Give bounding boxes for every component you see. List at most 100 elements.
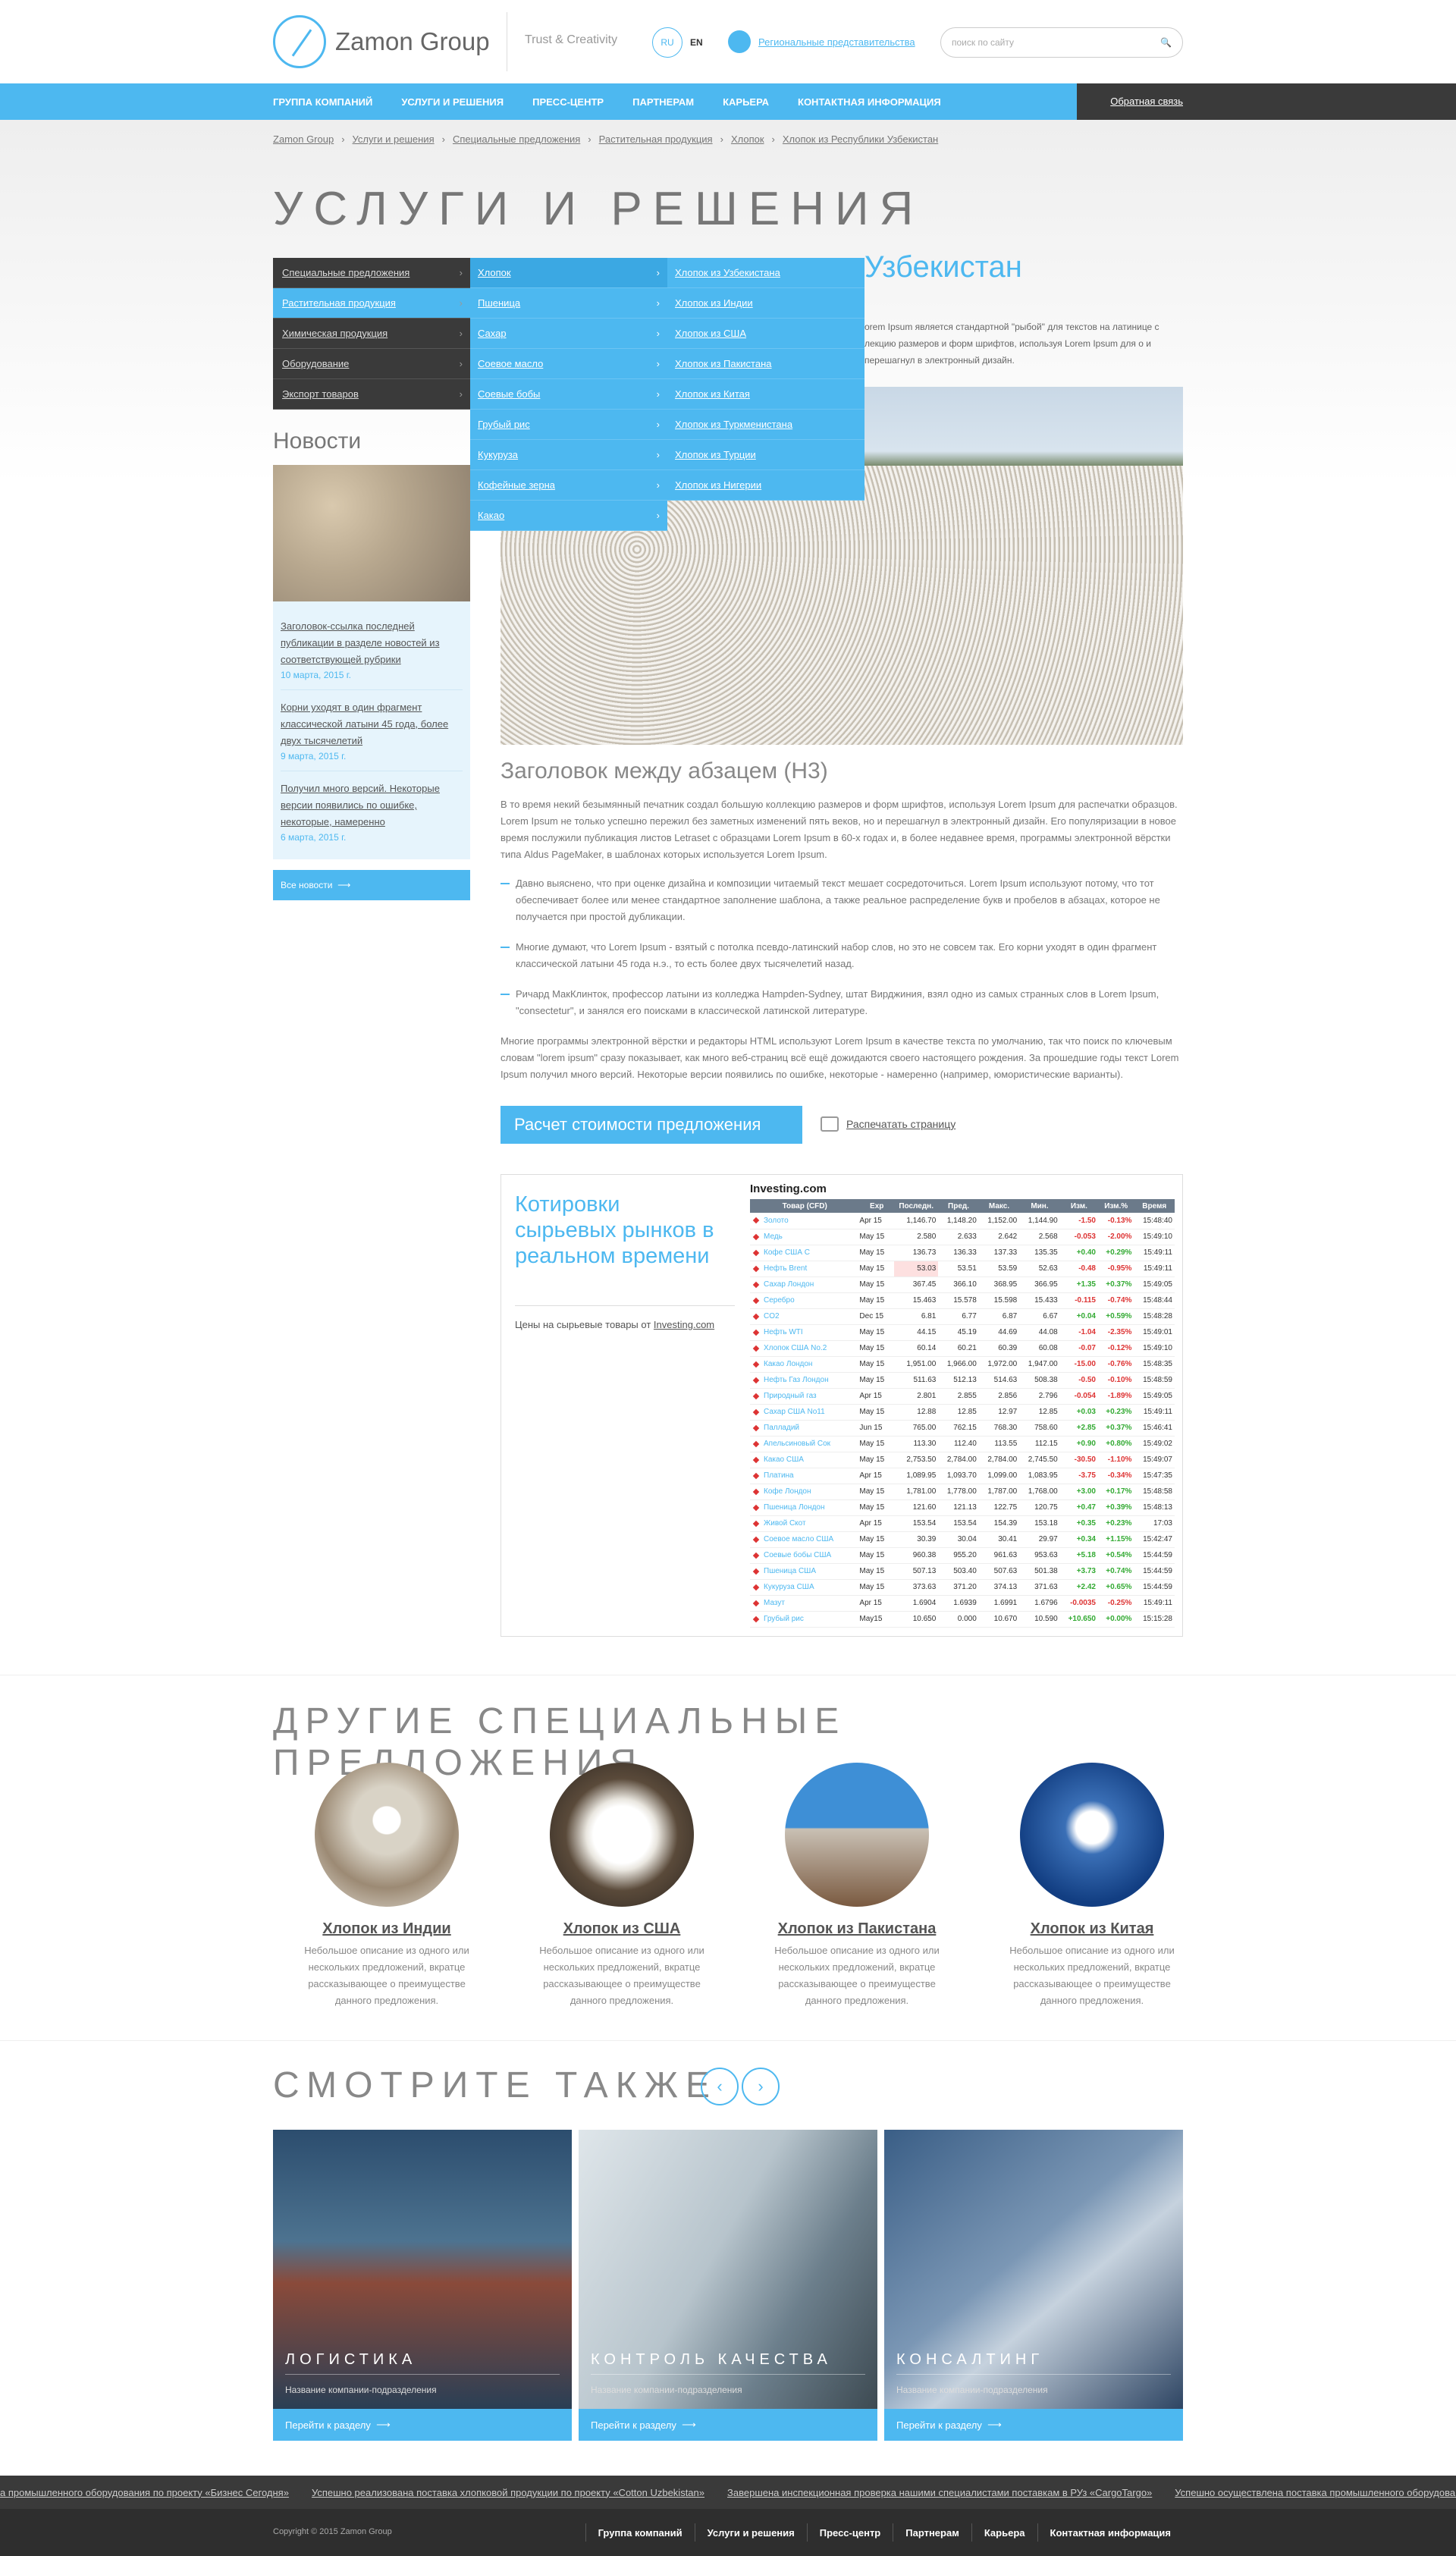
offer-name[interactable]: Хлопок из Индии: [273, 1920, 500, 1938]
quotes-cell[interactable]: Пшеница Лондон: [750, 1499, 860, 1516]
submenu-item[interactable]: Соевое масло: [470, 349, 667, 379]
quotes-row: Какао Лондон May 15 1,951.00 1,966.00 1,972.…: [750, 1356, 1175, 1373]
offer-image[interactable]: [550, 1763, 694, 1907]
offer-image[interactable]: [1020, 1763, 1164, 1907]
quotes-table: Товар (CFD) Exp Последн. Пред. Макс. Мин. Изм.…: [750, 1199, 1175, 1628]
quotes-cell: 153.54: [938, 1515, 979, 1532]
sidebar-item-equipment[interactable]: Оборудование: [273, 349, 470, 379]
quotes-cell[interactable]: Палладий: [750, 1420, 860, 1437]
quotes-cell[interactable]: Хлопок США No.2: [750, 1340, 860, 1357]
quotes-cell[interactable]: Сахар США No11: [750, 1404, 860, 1421]
footer-nav-item[interactable]: Пресс-центр: [806, 2523, 893, 2542]
submenu-item[interactable]: Кукуруза: [470, 440, 667, 470]
submenu-item[interactable]: Пшеница: [470, 288, 667, 319]
breadcrumb-item[interactable]: Растительная продукция: [599, 133, 713, 145]
sidebar-item-special[interactable]: Специальные предложения: [273, 258, 470, 288]
quotes-cell: 52.63: [1019, 1261, 1060, 1277]
quotes-cell[interactable]: CO2: [750, 1308, 860, 1325]
ticker-item[interactable]: Успешно осуществлена поставка промышленн…: [1175, 2487, 1456, 2498]
quotes-cell[interactable]: Кофе США С: [750, 1245, 860, 1261]
submenu-item[interactable]: Соевые бобы: [470, 379, 667, 410]
submenu-item[interactable]: Хлопок: [470, 258, 667, 288]
breadcrumb-item[interactable]: Специальные предложения: [453, 133, 580, 145]
breadcrumb-item[interactable]: Zamon Group: [273, 133, 334, 145]
offer-image[interactable]: [315, 1763, 459, 1907]
submenu-item[interactable]: Хлопок из Китая: [667, 379, 864, 410]
quotes-cell[interactable]: Апельсиновый Сок: [750, 1436, 860, 1452]
quotes-cell[interactable]: Соевые бобы США: [750, 1547, 860, 1564]
submenu-item[interactable]: Грубый рис: [470, 410, 667, 440]
submenu-item[interactable]: Какао: [470, 501, 667, 531]
footer-nav-item[interactable]: Партнерам: [893, 2523, 971, 2542]
breadcrumb-item[interactable]: Хлопок из Республики Узбекистан: [783, 133, 938, 145]
quotes-cell[interactable]: Пшеница США: [750, 1563, 860, 1580]
sidebar-item-export[interactable]: Экспорт товаров: [273, 379, 470, 410]
quotes-cell[interactable]: Нефть WTI: [750, 1324, 860, 1341]
footer-nav-item[interactable]: Услуги и решения: [694, 2523, 807, 2542]
quotes-cell[interactable]: Платина: [750, 1468, 860, 1484]
card-link[interactable]: Перейти к разделу ⟶: [884, 2409, 1183, 2441]
offer-image[interactable]: [785, 1763, 929, 1907]
card-image[interactable]: Логистика Название компании-подразделени…: [273, 2130, 572, 2409]
quotes-cell[interactable]: Соевое масло США: [750, 1531, 860, 1548]
quotes-cell[interactable]: Кукуруза США: [750, 1579, 860, 1596]
quotes-cell[interactable]: Какао США: [750, 1452, 860, 1468]
offer-name[interactable]: Хлопок из Китая: [978, 1920, 1206, 1938]
submenu-item[interactable]: Хлопок из Нигерии: [667, 470, 864, 501]
quotes-cell[interactable]: Серебро: [750, 1292, 860, 1309]
submenu-item[interactable]: Хлопок из Туркменистана: [667, 410, 864, 440]
calc-price-button[interactable]: Расчет стоимости предложения: [500, 1106, 802, 1144]
submenu-item[interactable]: Сахар: [470, 319, 667, 349]
sidebar-item-plant[interactable]: Растительная продукция: [273, 288, 470, 319]
quotes-cell[interactable]: Грубый рис: [750, 1611, 860, 1628]
offer-name[interactable]: Хлопок из Пакистана: [743, 1920, 971, 1938]
footer-nav-item[interactable]: Группа компаний: [585, 2523, 695, 2542]
submenu-item[interactable]: Хлопок из Турции: [667, 440, 864, 470]
quotes-row: Медь May 15 2.580 2.633 2.642 2.568 -0.053 -2.0…: [750, 1229, 1175, 1245]
quotes-cell[interactable]: Живой Скот: [750, 1515, 860, 1532]
quotes-cell[interactable]: Какао Лондон: [750, 1356, 860, 1373]
submenu-item[interactable]: Хлопок из США: [667, 319, 864, 349]
breadcrumb-item[interactable]: Услуги и решения: [353, 133, 435, 145]
submenu-item[interactable]: Хлопок из Пакистана: [667, 349, 864, 379]
card-image[interactable]: Консалтинг Название компании-подразделен…: [884, 2130, 1183, 2409]
news-link[interactable]: Заголовок-ссылка последней публикации в …: [281, 618, 463, 668]
footer-nav-item[interactable]: Карьера: [971, 2523, 1037, 2542]
quotes-cell: -0.95%: [1098, 1261, 1134, 1277]
card-image[interactable]: Контроль качества Название компании-подр…: [579, 2130, 877, 2409]
card-link[interactable]: Перейти к разделу ⟶: [273, 2409, 572, 2441]
chevron-right-icon[interactable]: ›: [742, 2068, 780, 2105]
card-link[interactable]: Перейти к разделу ⟶: [579, 2409, 877, 2441]
ticker-item[interactable]: Завершена инспекционная проверка нашими …: [727, 2487, 1152, 2498]
news-item: Получил много версий. Некоторые версии п…: [281, 771, 463, 852]
quotes-cell[interactable]: Медь: [750, 1229, 860, 1245]
ticker-item[interactable]: Успешно реализована поставка хлопковой п…: [312, 2487, 704, 2498]
quotes-cell[interactable]: Нефть Газ Лондон: [750, 1372, 860, 1389]
quotes-cell[interactable]: Нефть Brent: [750, 1261, 860, 1277]
investing-link[interactable]: Investing.com: [654, 1319, 714, 1330]
quotes-cell: +1.15%: [1098, 1531, 1134, 1548]
submenu-item[interactable]: Хлопок из Индии: [667, 288, 864, 319]
submenu-item[interactable]: Кофейные зерна: [470, 470, 667, 501]
quotes-cell: 29.97: [1019, 1531, 1060, 1548]
all-news-button[interactable]: Все новости ⟶: [273, 870, 470, 900]
quotes-cell: 10.650: [894, 1611, 939, 1628]
ticker-item[interactable]: а промышленного оборудования по проекту …: [0, 2487, 289, 2498]
quotes-cell[interactable]: Кофе Лондон: [750, 1484, 860, 1500]
footer-nav-item[interactable]: Контактная информация: [1037, 2523, 1183, 2542]
quotes-cell: 371.20: [938, 1579, 979, 1596]
chevron-left-icon[interactable]: ‹: [701, 2068, 739, 2105]
news-link[interactable]: Получил много версий. Некоторые версии п…: [281, 780, 463, 831]
breadcrumb-item[interactable]: Хлопок: [731, 133, 764, 145]
quotes-cell[interactable]: Сахар Лондон: [750, 1276, 860, 1293]
quotes-cell[interactable]: Золото: [750, 1213, 860, 1229]
news-link[interactable]: Корни уходят в один фрагмент классическо…: [281, 699, 463, 749]
sidebar-item-chemical[interactable]: Химическая продукция: [273, 319, 470, 349]
quotes-header-cell: Последн.: [894, 1199, 939, 1213]
quotes-cell[interactable]: Мазут: [750, 1595, 860, 1612]
print-link[interactable]: Распечатать страницу: [821, 1116, 956, 1132]
submenu-item[interactable]: Хлопок из Узбекистана: [667, 258, 864, 288]
quotes-cell: 2,784.00: [938, 1452, 979, 1468]
quotes-cell[interactable]: Природный газ: [750, 1388, 860, 1405]
offer-name[interactable]: Хлопок из США: [508, 1920, 736, 1938]
